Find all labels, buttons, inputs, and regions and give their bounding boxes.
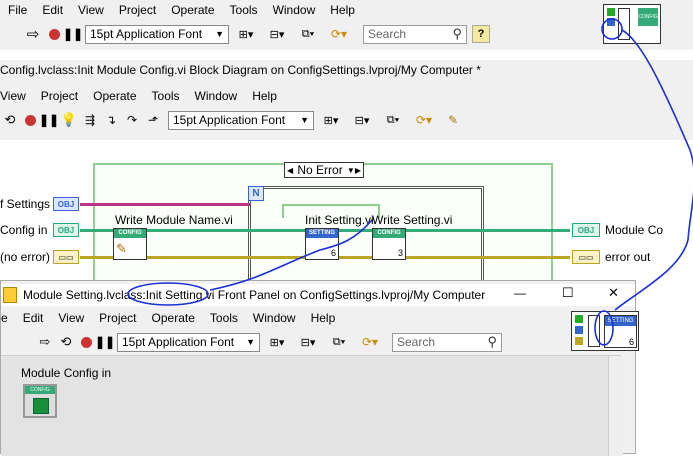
annotation-circle-top <box>601 18 623 40</box>
annotation-line-1 <box>614 29 693 311</box>
annotation-line-2 <box>209 219 373 291</box>
annotation-circle-connector <box>594 310 614 346</box>
annotation-circle-title <box>127 282 209 306</box>
annotation-overlay <box>127 18 693 346</box>
